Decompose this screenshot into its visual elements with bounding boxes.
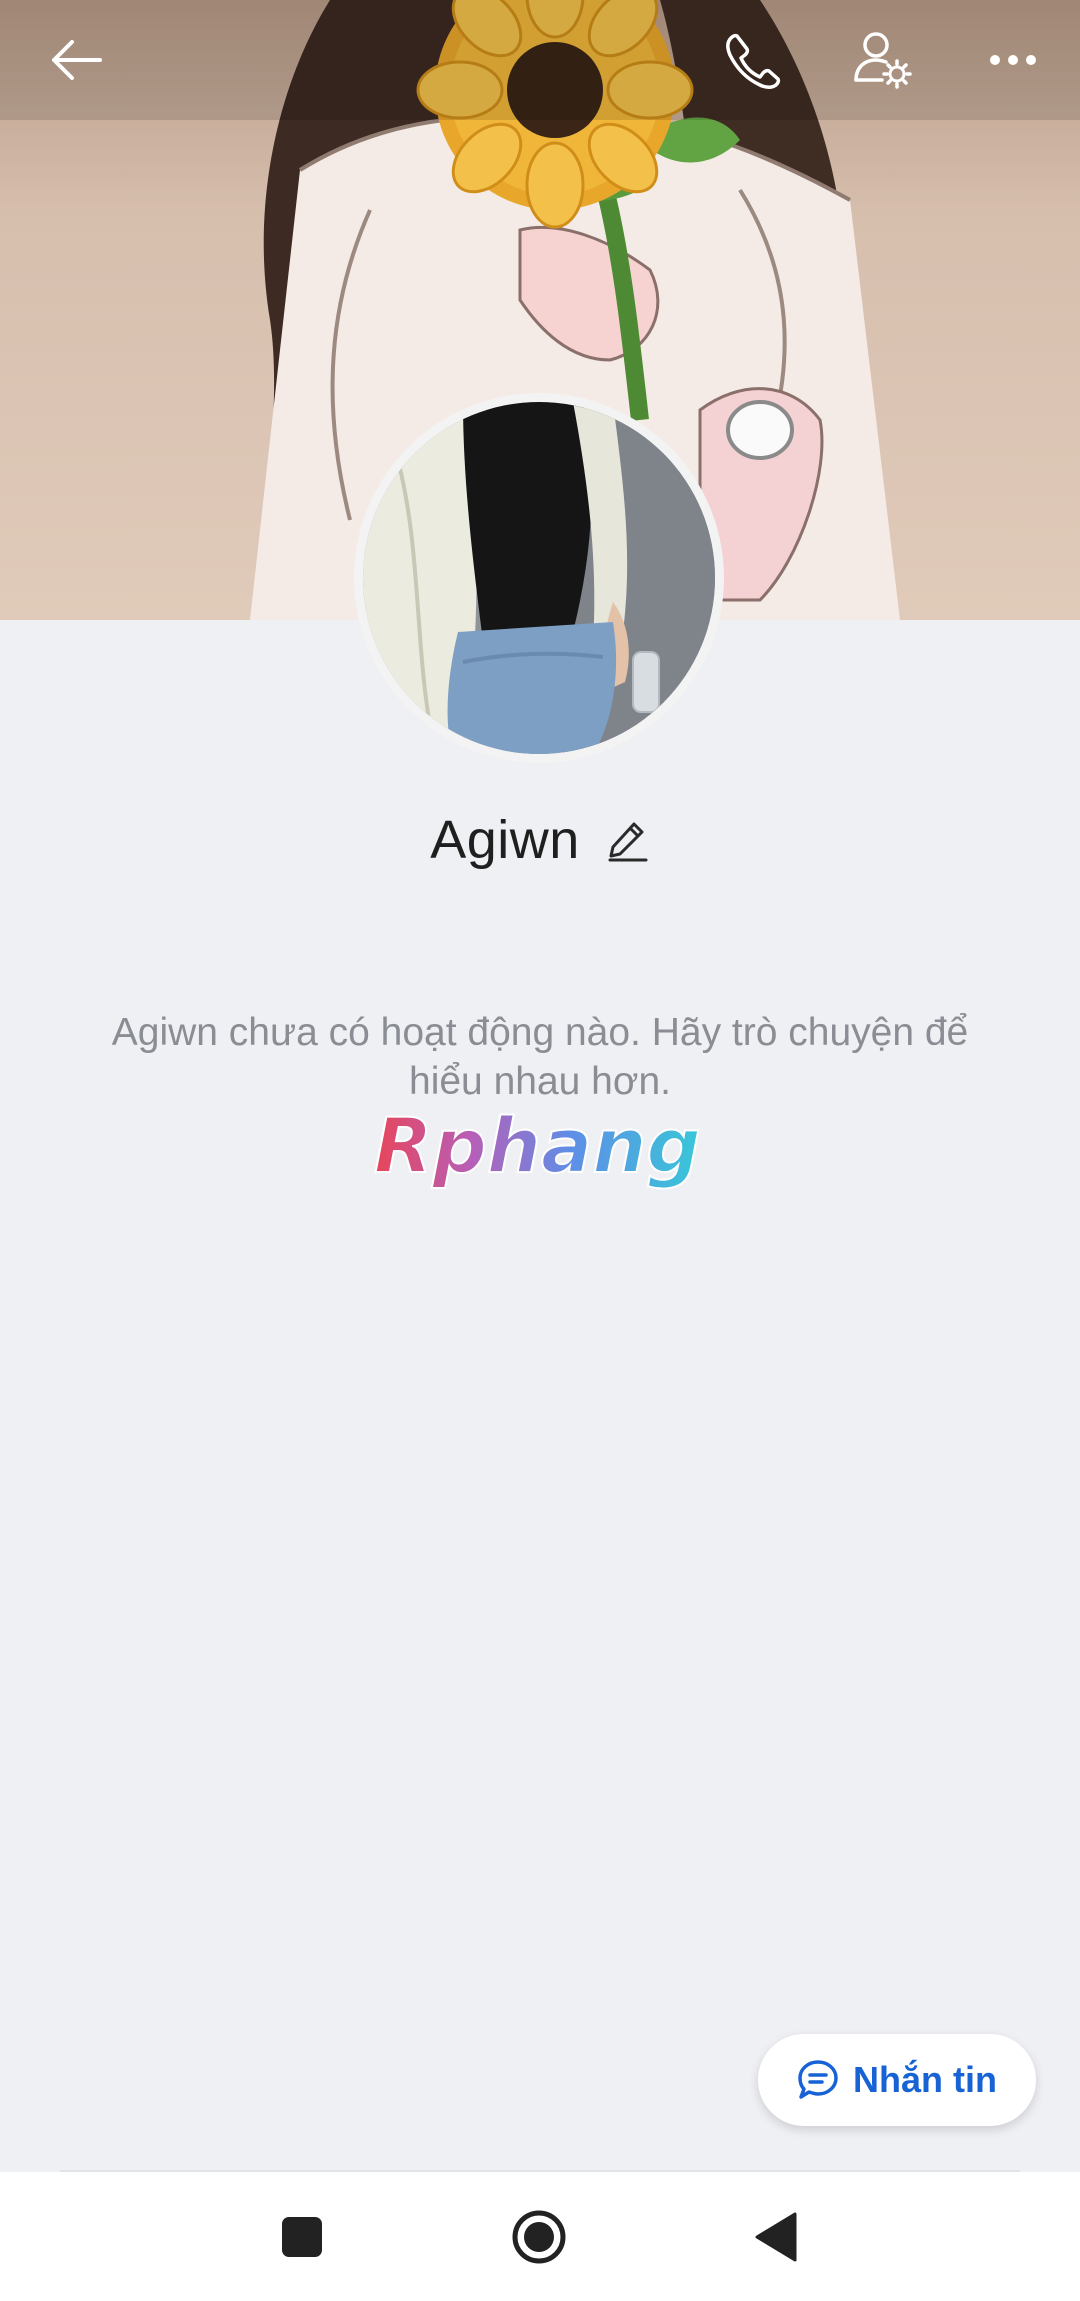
nav-back-button[interactable] [744, 2204, 810, 2270]
arrow-left-icon [52, 40, 102, 80]
watermark-logo: Rphang [373, 1100, 702, 1191]
message-button-label: Nhắn tin [853, 2059, 997, 2100]
user-settings-icon [854, 32, 912, 89]
profile-settings-button[interactable] [842, 20, 922, 100]
message-button[interactable]: Nhắn tin [758, 2034, 1036, 2126]
more-options-button[interactable] [973, 20, 1053, 100]
pencil-icon[interactable] [606, 818, 650, 862]
nav-home-button[interactable] [506, 2204, 572, 2270]
empty-activity-message: Agiwn chưa có hoạt động nào. Hãy trò chu… [111, 1011, 969, 1103]
call-button[interactable] [712, 20, 792, 100]
chat-bubble-icon [798, 2060, 838, 2099]
square-icon [282, 2217, 322, 2257]
top-bar [0, 0, 1080, 120]
profile-name: Agiwn [430, 810, 580, 870]
profile-name-row: Agiwn [0, 800, 1080, 880]
system-nav-bar [0, 2172, 1080, 2301]
phone-icon [726, 33, 781, 89]
circle-icon [512, 2210, 566, 2264]
avatar-photo [363, 402, 715, 754]
triangle-back-icon [755, 2212, 797, 2262]
avatar[interactable] [354, 393, 724, 763]
more-horizontal-icon [990, 55, 1036, 65]
back-button[interactable] [36, 20, 116, 100]
watermark-text: Rphang [374, 1101, 701, 1190]
nav-recents-button[interactable] [269, 2204, 335, 2270]
